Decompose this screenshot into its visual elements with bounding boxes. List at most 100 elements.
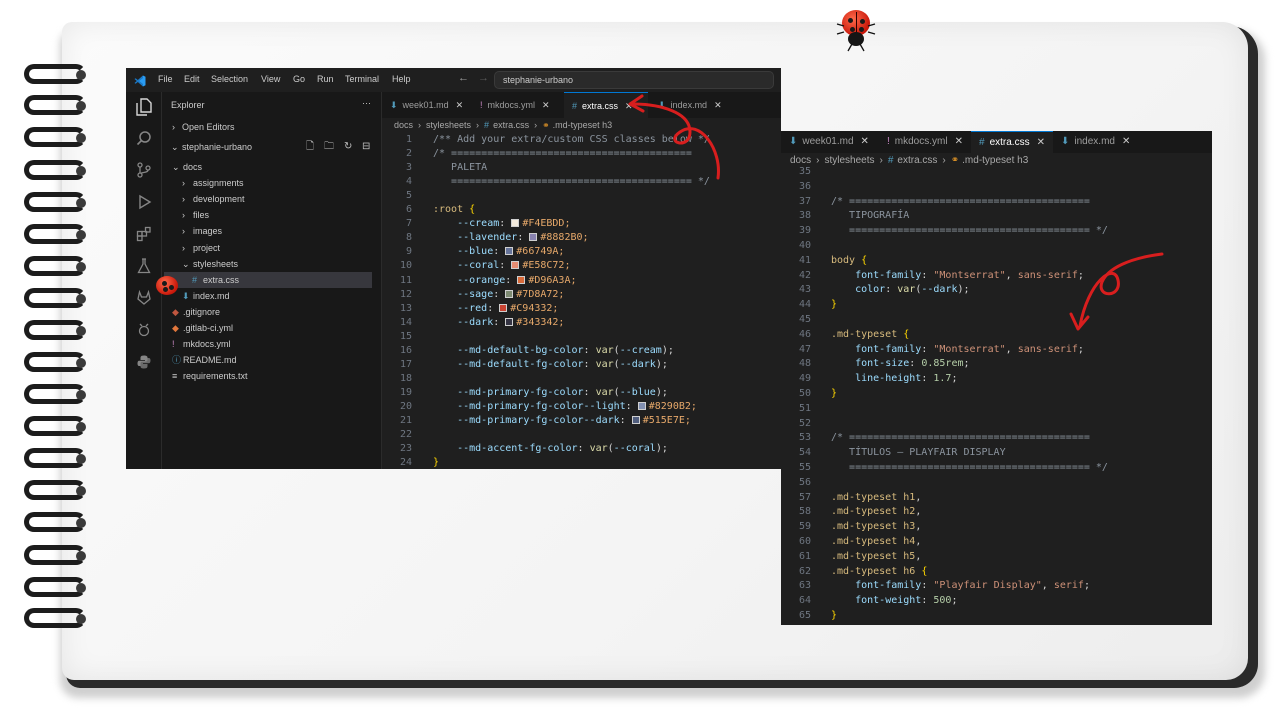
close-icon[interactable]: ✕ — [625, 101, 633, 111]
tree-item-readme-md[interactable]: ⓘ README.md — [164, 352, 372, 368]
code-editor-2[interactable]: 35 36 37 /* ===============================… — [781, 165, 1212, 625]
open-editors-section[interactable]: › Open Editors — [162, 119, 381, 135]
menu-selection[interactable]: Selection — [211, 74, 248, 84]
line-number: 15 — [399, 330, 412, 342]
breadcrumb-item[interactable]: stylesheets — [426, 120, 471, 130]
tree-item-files[interactable]: › files — [164, 207, 372, 223]
python-icon[interactable] — [134, 354, 154, 374]
tab-index-md[interactable]: ⬇ index.md ✕ — [1053, 131, 1135, 153]
tree-item-images[interactable]: › images — [164, 223, 372, 239]
tree-item-gitlab-ci-yml[interactable]: ◆ .gitlab-ci.yml — [164, 320, 372, 336]
color-swatch[interactable] — [637, 401, 646, 410]
tree-item-docs[interactable]: ⌄ docs — [164, 159, 372, 175]
line-text: PALETA — [433, 161, 487, 175]
close-icon[interactable]: ✕ — [861, 136, 869, 147]
tree-item-label: images — [193, 226, 223, 237]
close-icon[interactable]: ✕ — [456, 100, 464, 110]
new-folder-icon[interactable]: 🗀 — [324, 139, 334, 155]
run-debug-icon[interactable] — [134, 194, 154, 214]
color-swatch[interactable] — [511, 261, 520, 270]
explorer-files-icon[interactable] — [134, 98, 154, 118]
breadcrumb-item[interactable]: docs — [394, 120, 413, 130]
back-arrow-icon[interactable]: ← — [458, 72, 469, 84]
gitlab-icon[interactable] — [134, 289, 154, 310]
extensions-icon[interactable] — [134, 226, 154, 246]
tab-mkdocs-yml[interactable]: ! mkdocs.yml ✕ — [472, 92, 562, 118]
tree-item-extra-css[interactable]: # extra.css — [164, 271, 372, 288]
tab-week01-md[interactable]: ⬇ week01.md ✕ — [382, 92, 472, 118]
spiral-ring — [24, 320, 86, 342]
close-icon[interactable]: ✕ — [542, 100, 550, 110]
ring-hole — [76, 198, 86, 208]
close-icon[interactable]: ✕ — [714, 100, 722, 110]
menu-help[interactable]: Help — [392, 74, 411, 84]
menu-edit[interactable]: Edit — [184, 74, 200, 84]
code-line: 38 TIPOGRAFÍA — [781, 209, 1212, 224]
tree-item-development[interactable]: › development — [164, 191, 372, 207]
remote-explorer-icon[interactable] — [134, 322, 154, 342]
ring-hole — [76, 583, 86, 593]
color-swatch[interactable] — [505, 247, 514, 256]
color-value: #66749A; — [516, 246, 565, 258]
tab-extra-css[interactable]: # extra.css ✕ — [971, 131, 1053, 153]
tree-item-stylesheets[interactable]: ⌄ stylesheets — [164, 256, 372, 272]
menu-file[interactable]: File — [158, 74, 173, 84]
close-icon[interactable]: ✕ — [955, 136, 963, 147]
menu-terminal[interactable]: Terminal — [345, 74, 379, 84]
source-control-icon[interactable] — [134, 162, 154, 182]
tab-mkdocs-yml[interactable]: ! mkdocs.yml ✕ — [879, 131, 971, 153]
line-text: --red: #C94332; — [433, 302, 558, 316]
line-number: 60 — [798, 536, 811, 547]
breadcrumb-item[interactable]: extra.css — [493, 120, 529, 130]
color-swatch[interactable] — [505, 289, 514, 298]
spiral-ring — [24, 480, 86, 502]
explorer-more-button[interactable]: ··· — [362, 98, 371, 108]
search-icon[interactable] — [134, 130, 154, 150]
code-text: ========================================… — [831, 462, 1108, 473]
menu-run[interactable]: Run — [317, 74, 334, 84]
refresh-icon[interactable]: ↻ — [344, 139, 352, 155]
tree-item-requirements-txt[interactable]: ≡ requirements.txt — [164, 368, 372, 384]
code-line: 9 --blue: #66749A; — [382, 245, 781, 259]
new-file-icon[interactable]: 🗋 — [306, 139, 314, 155]
tree-item-label: extra.css — [203, 274, 240, 285]
collapse-all-icon[interactable]: ⊟ — [362, 139, 370, 155]
line-number: 23 — [399, 443, 412, 455]
tab-week01-md[interactable]: ⬇ week01.md ✕ — [781, 131, 877, 153]
ring-hole — [76, 518, 86, 528]
line-number: 63 — [798, 580, 811, 592]
tree-item-index-md[interactable]: ⬇ index.md — [164, 288, 372, 304]
tab-extra-css[interactable]: # extra.css ✕ — [564, 92, 648, 118]
close-icon[interactable]: ✕ — [1037, 137, 1045, 148]
code-text: --red: — [457, 302, 494, 314]
tree-item-project[interactable]: › project — [164, 240, 372, 256]
ring-hole — [76, 390, 86, 400]
color-swatch[interactable] — [511, 219, 520, 228]
workspace-section[interactable]: ⌄ stephanie-urbano 🗋 🗀 ↻ ⊟ — [162, 139, 381, 155]
menu-go[interactable]: Go — [293, 74, 305, 84]
color-swatch[interactable] — [631, 416, 640, 424]
tree-item-mkdocs-yml[interactable]: ! mkdocs.yml — [164, 336, 372, 352]
tree-item-assignments[interactable]: › assignments — [164, 175, 372, 191]
color-swatch[interactable] — [529, 233, 538, 242]
forward-arrow-icon[interactable]: → — [478, 72, 489, 84]
line-number: 65 — [798, 610, 811, 621]
line-text: .md-typeset h4, — [831, 535, 921, 550]
close-icon[interactable]: ✕ — [1122, 136, 1130, 147]
info-file-icon: ⓘ — [172, 355, 182, 366]
ring-hole — [76, 70, 86, 80]
command-center-search[interactable]: stephanie-urbano — [494, 71, 774, 89]
code-line: 50} — [781, 387, 1212, 402]
color-swatch[interactable] — [517, 275, 526, 284]
spiral-ring — [24, 160, 86, 182]
code-editor[interactable]: 1 /** Add your extra/custom CSS classes b… — [382, 133, 781, 469]
tree-item-gitignore[interactable]: ◆ .gitignore — [164, 304, 372, 320]
line-text: --orange: #D96A3A; — [433, 274, 576, 288]
tab-index-md[interactable]: ⬇ index.md ✕ — [650, 92, 730, 118]
color-swatch[interactable] — [499, 303, 508, 312]
menu-view[interactable]: View — [261, 74, 280, 84]
code-text: --md-default-fg-color: var(--dark); — [457, 358, 668, 370]
color-swatch[interactable] — [505, 317, 514, 326]
testing-flask-icon[interactable] — [134, 258, 154, 278]
breadcrumb-item[interactable]: .md-typeset h3 — [553, 120, 613, 130]
